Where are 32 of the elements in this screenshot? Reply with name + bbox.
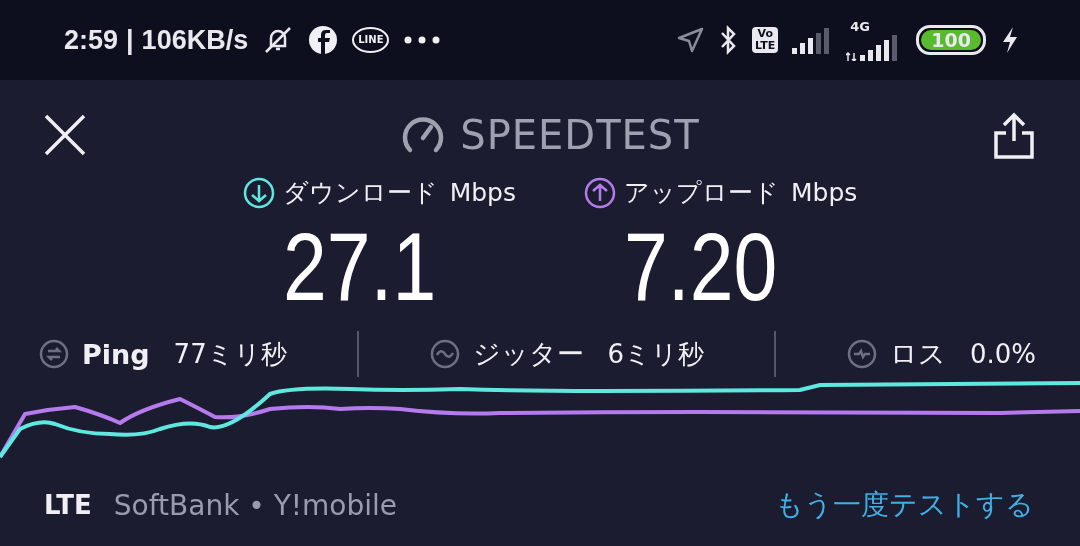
loss-icon: [845, 338, 878, 370]
location-arrow-icon: [676, 26, 705, 54]
app-title: SPEEDTEST: [460, 112, 700, 158]
network-type: 4G: [850, 19, 871, 33]
connection-type: LTE: [44, 490, 92, 520]
share-icon[interactable]: [992, 111, 1036, 159]
unit-label: Mbps: [449, 178, 516, 207]
retest-link[interactable]: もう一度テストする: [775, 486, 1034, 524]
unit-label: Mbps: [791, 178, 858, 207]
battery-level: 100: [921, 30, 981, 50]
network-speed: 106KB/s: [141, 24, 249, 56]
ping-icon: [38, 338, 70, 370]
stat-label: ロス: [889, 337, 946, 371]
stat-label: Ping: [82, 338, 150, 370]
stat-label: ジッター: [472, 337, 584, 371]
clock: 2:59: [64, 24, 119, 56]
speed-value: 7.20: [624, 212, 778, 322]
separator: |: [126, 24, 134, 56]
charging-bolt-icon: [1000, 25, 1020, 55]
close-icon[interactable]: [42, 112, 88, 158]
stat-value: 77ミリ秒: [173, 337, 287, 371]
volte-text: LTE: [755, 40, 776, 52]
stat-value: 0.0%: [969, 339, 1036, 369]
line-app-icon: LINE: [352, 27, 390, 53]
speed-value: 27.1: [282, 212, 436, 322]
volte-text: Vo: [757, 28, 773, 40]
result-label: ダウンロード: [282, 177, 438, 209]
stat-value: 6ミリ秒: [607, 337, 705, 371]
facebook-icon: [308, 25, 339, 55]
result-label: アップロード: [624, 177, 779, 209]
jitter-icon: [428, 338, 461, 370]
carrier-name: SoftBank • Y!mobile: [113, 488, 397, 522]
